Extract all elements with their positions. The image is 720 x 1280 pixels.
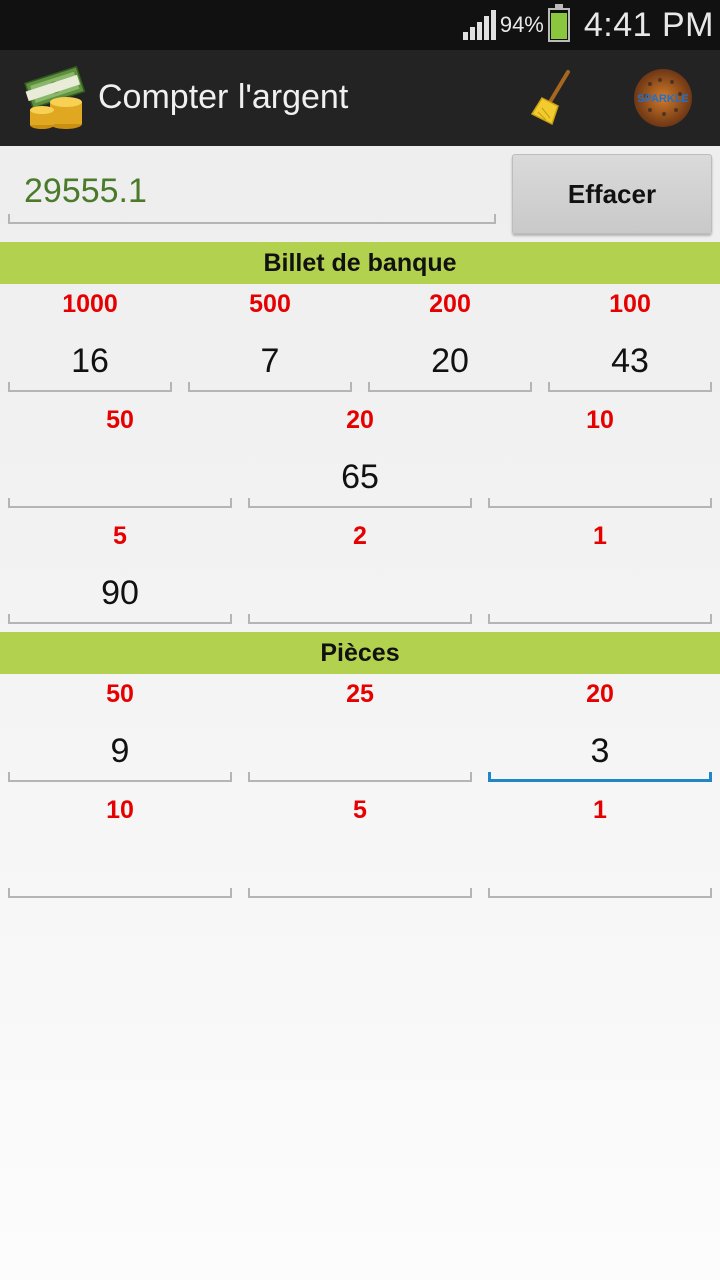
denom-label: 500 (249, 290, 291, 318)
denom-label: 1 (593, 796, 607, 824)
denom-label: 1000 (62, 290, 118, 318)
sparkle-logo-text: SPARKLE (637, 93, 689, 105)
count-input[interactable] (488, 448, 712, 508)
count-input[interactable] (488, 564, 712, 624)
money-icon (24, 65, 86, 129)
count-input[interactable] (8, 838, 232, 898)
banknotes-header: Billet de banque (0, 242, 720, 284)
count-input[interactable] (248, 564, 472, 624)
denom-label: 5 (353, 796, 367, 824)
count-input[interactable]: 7 (188, 332, 352, 392)
sparkle-logo-icon[interactable]: SPARKLE (630, 66, 696, 130)
signal-icon (461, 10, 496, 40)
total-value: 29555.1 (24, 172, 147, 210)
count-input[interactable] (488, 838, 712, 898)
denom-label: 50 (106, 680, 134, 708)
count-input[interactable] (248, 838, 472, 898)
count-input[interactable]: 43 (548, 332, 712, 392)
action-bar: Compter l'argent SPARKLE (0, 50, 720, 146)
status-bar: 94% 4:41 PM (0, 0, 720, 50)
denom-label: 10 (106, 796, 134, 824)
denom-label: 50 (106, 406, 134, 434)
denom-label: 1 (593, 522, 607, 550)
denom-label: 200 (429, 290, 471, 318)
count-input[interactable] (248, 722, 472, 782)
denom-label: 100 (609, 290, 651, 318)
count-input[interactable]: 90 (8, 564, 232, 624)
count-input[interactable]: 20 (368, 332, 532, 392)
denom-label: 20 (586, 680, 614, 708)
clock: 4:41 PM (583, 5, 714, 44)
denom-label: 20 (346, 406, 374, 434)
broom-icon[interactable] (528, 68, 578, 128)
coins-header: Pièces (0, 632, 720, 674)
clear-button[interactable]: Effacer (512, 154, 712, 234)
count-input-focused[interactable]: 3 (488, 722, 712, 782)
denom-label: 10 (586, 406, 614, 434)
total-field-underline (8, 214, 496, 224)
count-input[interactable]: 16 (8, 332, 172, 392)
app-title: Compter l'argent (98, 78, 349, 116)
total-field[interactable]: 29555.1 (8, 154, 496, 224)
denom-label: 5 (113, 522, 127, 550)
battery-percent: 94% (499, 12, 544, 37)
count-input[interactable] (8, 448, 232, 508)
battery-icon (547, 4, 570, 42)
count-input[interactable]: 65 (248, 448, 472, 508)
count-input[interactable]: 9 (8, 722, 232, 782)
denom-label: 2 (353, 522, 367, 550)
denom-label: 25 (346, 680, 374, 708)
